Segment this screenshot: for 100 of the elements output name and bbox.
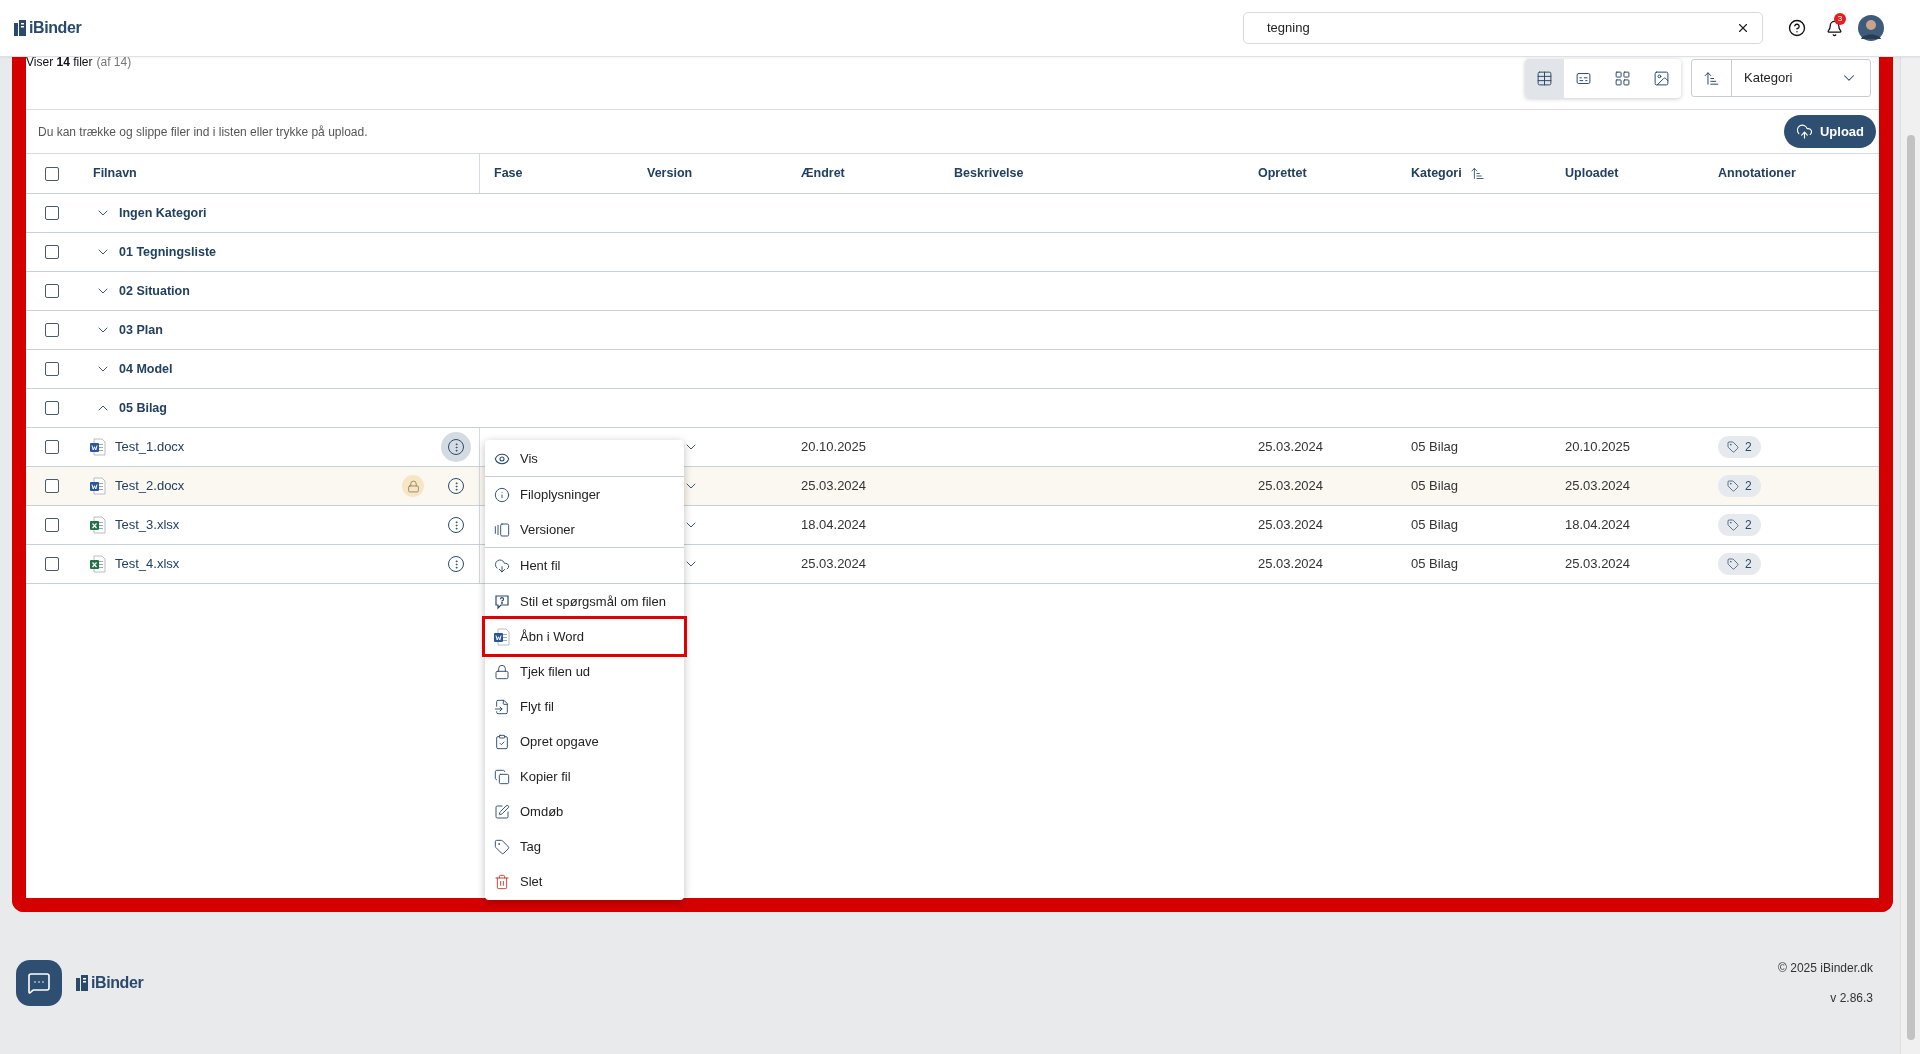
checkbox[interactable] — [45, 518, 59, 532]
binder-logo-icon — [14, 20, 26, 36]
word-file-icon — [90, 477, 106, 495]
copyright-text: © 2025 iBinder.dk — [1778, 960, 1873, 977]
column-header[interactable]: Ændret — [801, 164, 845, 183]
checkbox[interactable] — [45, 284, 59, 298]
copy-icon — [494, 768, 510, 785]
checkbox[interactable] — [45, 245, 59, 259]
table-cell: 05 Bilag — [1411, 556, 1458, 572]
file-name-link[interactable]: Test_3.xlsx — [115, 515, 180, 535]
clear-icon[interactable] — [1736, 21, 1750, 35]
menu-item[interactable]: Omdøb — [485, 794, 684, 829]
table-cell: 18.04.2024 — [801, 517, 867, 533]
table-view-icon — [1536, 70, 1553, 87]
table-cell: 25.03.2024 — [1258, 556, 1324, 572]
edit-icon — [494, 803, 510, 820]
lock-icon — [494, 663, 510, 680]
checkbox[interactable] — [45, 557, 59, 571]
app-logo: iBinder — [29, 18, 82, 38]
checkbox[interactable] — [45, 401, 59, 415]
upload-hint: Du kan trække og slippe filer ind i listen eller trykke på upload. — [38, 123, 368, 141]
view-toggle[interactable] — [1525, 59, 1564, 98]
sort-icon[interactable] — [1469, 166, 1485, 181]
annotation-badge[interactable]: 2 — [1718, 552, 1761, 575]
table-cell: 05 Bilag — [1411, 478, 1458, 494]
menu-item[interactable]: Slet — [485, 864, 684, 899]
version-text: v 2.86.3 — [1830, 990, 1873, 1007]
table-cell: 25.03.2024 — [1565, 478, 1631, 494]
menu-item[interactable]: Kopier fil — [485, 759, 684, 794]
spreadsheet-file-icon — [90, 555, 106, 573]
more-button[interactable] — [441, 432, 471, 462]
table-cell: 25.03.2024 — [801, 478, 867, 494]
spreadsheet-file-icon — [90, 516, 106, 534]
scrollbar-thumb[interactable] — [1906, 135, 1915, 1040]
info-icon — [494, 486, 510, 503]
menu-item[interactable]: Filoplysninger — [485, 477, 684, 512]
avatar[interactable] — [1858, 15, 1884, 41]
checkbox[interactable] — [45, 166, 59, 181]
column-header[interactable]: Filnavn — [93, 164, 137, 183]
cloud-upload-icon — [1795, 123, 1813, 140]
group-label: 04 Model — [119, 360, 173, 378]
footer-logo: iBinder — [91, 973, 144, 993]
column-header[interactable]: Annotationer — [1718, 164, 1796, 183]
table-cell: 25.03.2024 — [1258, 439, 1324, 455]
file-name-link[interactable]: Test_2.docx — [115, 476, 185, 496]
checkbox[interactable] — [45, 440, 59, 454]
group-label: Ingen Kategori — [119, 204, 207, 222]
group-label: 01 Tegningsliste — [119, 243, 216, 261]
chat-icon — [27, 971, 51, 995]
clipboard-check-icon — [494, 733, 510, 750]
tag-icon — [1727, 518, 1739, 531]
binder-logo-icon — [76, 975, 88, 991]
tag-icon — [494, 838, 510, 855]
search-field[interactable]: tegning — [1243, 12, 1763, 44]
checkbox[interactable] — [45, 479, 59, 493]
menu-item[interactable]: Tjek filen ud — [485, 654, 684, 689]
bell-icon[interactable] — [1826, 19, 1843, 37]
group-label: 03 Plan — [119, 321, 163, 339]
question-bubble-icon — [494, 593, 510, 610]
cloud-download-icon — [494, 557, 510, 574]
menu-item[interactable]: Stil et spørgsmål om filen — [485, 584, 684, 619]
column-header[interactable]: Oprettet — [1258, 164, 1307, 183]
table-cell: 20.10.2025 — [801, 439, 867, 455]
column-header[interactable]: Fase — [494, 164, 523, 183]
list-view-icon — [1575, 70, 1592, 87]
grid-view-icon — [1614, 70, 1631, 87]
table-cell: 18.04.2024 — [1565, 517, 1631, 533]
menu-item[interactable]: Hent fil — [485, 548, 684, 583]
image-view-icon — [1653, 70, 1670, 87]
annotation-badge[interactable]: 2 — [1718, 474, 1761, 497]
table-cell: 25.03.2024 — [1258, 517, 1324, 533]
checkbox[interactable] — [45, 362, 59, 376]
help-icon[interactable] — [1788, 19, 1806, 37]
menu-item[interactable]: Opret opgave — [485, 724, 684, 759]
table-cell: 25.03.2024 — [1565, 556, 1631, 572]
file-name-link[interactable]: Test_4.xlsx — [115, 554, 180, 574]
column-header[interactable]: Uploadet — [1565, 164, 1619, 183]
checkbox[interactable] — [45, 323, 59, 337]
upload-button[interactable]: Upload — [1783, 115, 1876, 148]
chat-button[interactable] — [16, 960, 62, 1006]
checkbox[interactable] — [45, 206, 59, 220]
versions-icon — [494, 521, 510, 538]
group-label: 05 Bilag — [119, 399, 167, 417]
trash-icon — [494, 873, 510, 890]
column-header[interactable]: Kategori — [1411, 164, 1462, 183]
menu-item[interactable]: Versioner — [485, 512, 684, 547]
word-file-icon — [90, 438, 106, 456]
file-name-link[interactable]: Test_1.docx — [115, 437, 185, 457]
column-header[interactable]: Beskrivelse — [954, 164, 1024, 183]
column-header[interactable]: Version — [647, 164, 693, 183]
file-total: (af 14) — [96, 54, 132, 71]
menu-item[interactable]: Tag — [485, 829, 684, 864]
tag-icon — [1727, 557, 1739, 570]
table-cell: 25.03.2024 — [801, 556, 867, 572]
annotation-badge[interactable]: 2 — [1718, 513, 1761, 536]
menu-item[interactable]: Åbn i Word — [485, 619, 684, 654]
menu-item[interactable]: Vis — [485, 441, 684, 476]
annotation-badge[interactable]: 2 — [1718, 435, 1761, 458]
table-cell: 05 Bilag — [1411, 517, 1458, 533]
menu-item[interactable]: Flyt fil — [485, 689, 684, 724]
